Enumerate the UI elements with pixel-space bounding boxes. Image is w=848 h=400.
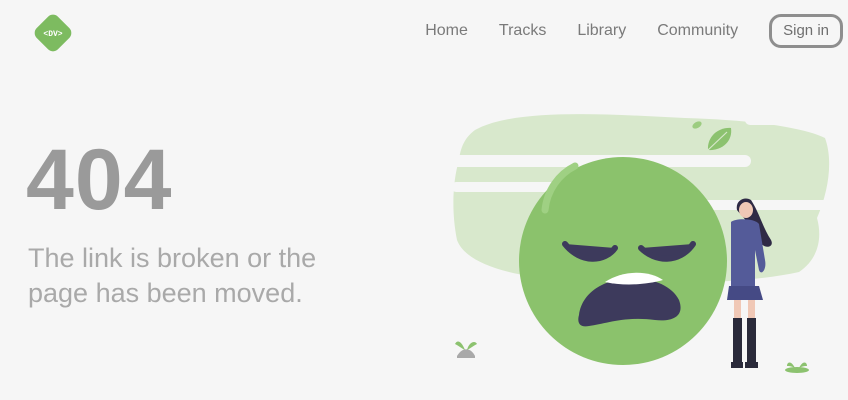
sign-in-button[interactable]: Sign in bbox=[769, 14, 843, 48]
logo-icon[interactable]: <DV> bbox=[30, 10, 76, 56]
error-message: The link is broken or the page has been … bbox=[28, 243, 317, 308]
sprout-icon bbox=[455, 341, 477, 358]
page: <DV> Home Tracks Library Community Sign … bbox=[0, 0, 848, 400]
nav-community-link[interactable]: Community bbox=[657, 22, 738, 40]
main-nav: Home Tracks Library Community Sign in bbox=[425, 13, 843, 49]
stripe bbox=[745, 115, 785, 125]
sprout-icon bbox=[785, 362, 809, 373]
error-code: 404 bbox=[26, 132, 173, 228]
logo-text: <DV> bbox=[43, 30, 62, 39]
nav-home-link[interactable]: Home bbox=[425, 22, 468, 40]
sad-face-illustration bbox=[451, 114, 835, 373]
nav-tracks-link[interactable]: Tracks bbox=[499, 22, 546, 40]
stripe bbox=[695, 200, 835, 210]
nav-library-link[interactable]: Library bbox=[577, 22, 626, 40]
